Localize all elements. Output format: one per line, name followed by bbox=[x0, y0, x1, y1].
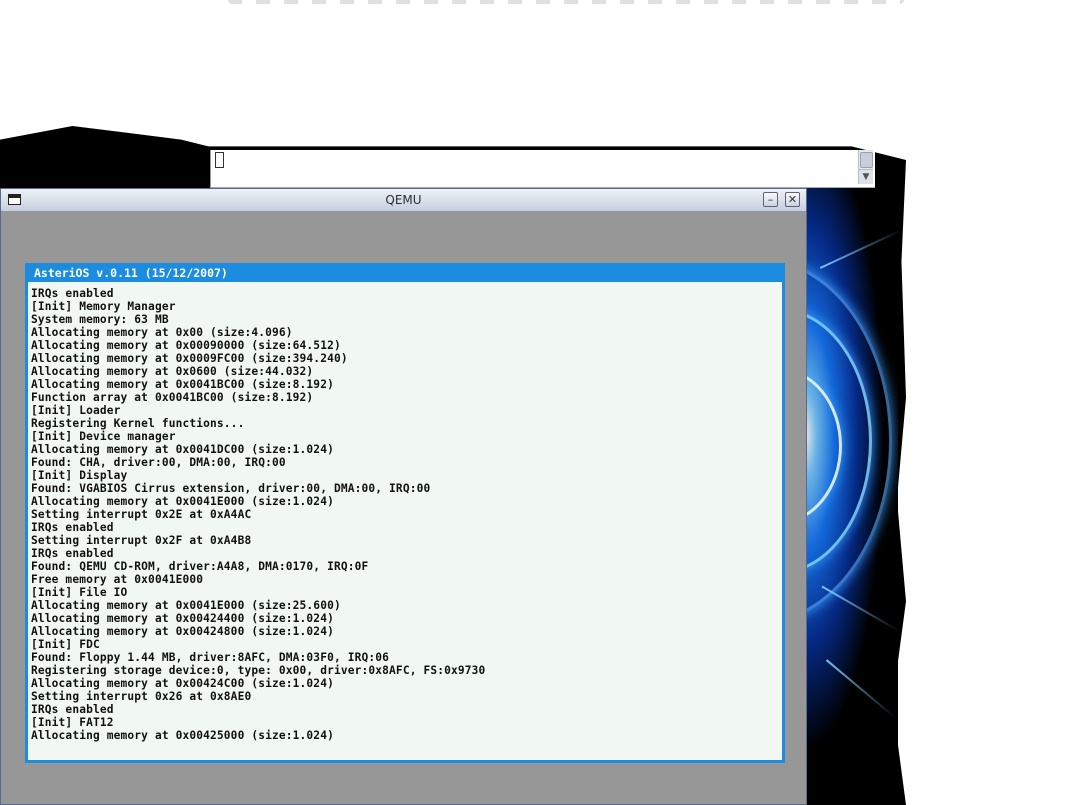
background-text-window[interactable]: ▼ bbox=[210, 150, 875, 188]
console-line: [Init] FAT12 bbox=[31, 716, 114, 729]
top-dashed-edge bbox=[228, 0, 904, 4]
console-line: Allocating memory at 0x00 (size:4.096) bbox=[31, 326, 293, 339]
console-line: IRQs enabled bbox=[31, 703, 114, 716]
console-line: [Init] Loader bbox=[31, 404, 121, 417]
console-line: Allocating memory at 0x0041BC00 (size:8.… bbox=[31, 378, 334, 391]
close-button[interactable]: ✕ bbox=[785, 192, 800, 207]
wallpaper-streak bbox=[819, 229, 898, 269]
console-line: [Init] FDC bbox=[31, 638, 100, 651]
console-line: Free memory at 0x0041E000 bbox=[31, 573, 204, 586]
console-line: Allocating memory at 0x0041E000 (size:1.… bbox=[31, 495, 334, 508]
console-line: Setting interrupt 0x2F at 0xA4B8 bbox=[31, 534, 252, 547]
wallpaper-streak bbox=[821, 585, 898, 633]
console-line: Setting interrupt 0x2E at 0xA4AC bbox=[31, 508, 252, 521]
console-line: System memory: 63 MB bbox=[31, 313, 169, 326]
console-line: Allocating memory at 0x00424C00 (size:1.… bbox=[31, 677, 334, 690]
console-line: Allocating memory at 0x00090000 (size:64… bbox=[31, 339, 341, 352]
close-icon: ✕ bbox=[787, 193, 798, 206]
console-line: [Init] Display bbox=[31, 469, 128, 482]
window-title: QEMU bbox=[385, 193, 422, 207]
console-line: Registering Kernel functions... bbox=[31, 417, 245, 430]
console-line: Allocating memory at 0x00424400 (size:1.… bbox=[31, 612, 334, 625]
minimize-button[interactable]: – bbox=[763, 192, 778, 207]
scrollbar-thumb[interactable] bbox=[860, 152, 873, 168]
console-line: Found: VGABIOS Cirrus extension, driver:… bbox=[31, 482, 431, 495]
console-line: Allocating memory at 0x00425000 (size:1.… bbox=[31, 729, 334, 742]
wallpaper-streak bbox=[825, 659, 897, 719]
console-line: Found: CHA, driver:00, DMA:00, IRQ:00 bbox=[31, 456, 286, 469]
console-line: IRQs enabled bbox=[31, 547, 114, 560]
console-line: Found: QEMU CD-ROM, driver:A4A8, DMA:017… bbox=[31, 560, 369, 573]
text-cursor bbox=[215, 152, 224, 168]
chevron-down-icon[interactable]: ▼ bbox=[859, 169, 873, 184]
console-line: Allocating memory at 0x00424800 (size:1.… bbox=[31, 625, 334, 638]
boot-console: IRQs enabled [Init] Memory Manager System … bbox=[31, 287, 779, 760]
console-line: [Init] File IO bbox=[31, 586, 128, 599]
console-line: [Init] Memory Manager bbox=[31, 300, 176, 313]
qemu-window[interactable]: QEMU – ✕ AsteriOS v.0.11 (15/12/2007) IR… bbox=[0, 188, 807, 805]
console-line: Function array at 0x0041BC00 (size:8.192… bbox=[31, 391, 314, 404]
console-line: Registering storage device:0, type: 0x00… bbox=[31, 664, 486, 677]
vertical-scrollbar[interactable]: ▼ bbox=[858, 150, 873, 184]
minimize-icon: – bbox=[767, 193, 774, 206]
qemu-titlebar[interactable]: QEMU – ✕ bbox=[1, 189, 806, 212]
console-line: Setting interrupt 0x26 at 0x8AE0 bbox=[31, 690, 252, 703]
console-line: IRQs enabled bbox=[31, 521, 114, 534]
console-line: Allocating memory at 0x0600 (size:44.032… bbox=[31, 365, 314, 378]
console-line: [Init] Device manager bbox=[31, 430, 176, 443]
console-line: Allocating memory at 0x0009FC00 (size:39… bbox=[31, 352, 348, 365]
guest-os-header: AsteriOS v.0.11 (15/12/2007) bbox=[28, 266, 782, 282]
guest-screen[interactable]: AsteriOS v.0.11 (15/12/2007) IRQs enable… bbox=[25, 263, 785, 763]
desktop-wallpaper-blue-art bbox=[806, 188, 898, 805]
console-line: Allocating memory at 0x0041DC00 (size:1.… bbox=[31, 443, 334, 456]
console-line: IRQs enabled bbox=[31, 287, 114, 300]
console-line: Allocating memory at 0x0041E000 (size:25… bbox=[31, 599, 341, 612]
console-line: Found: Floppy 1.44 MB, driver:8AFC, DMA:… bbox=[31, 651, 390, 664]
